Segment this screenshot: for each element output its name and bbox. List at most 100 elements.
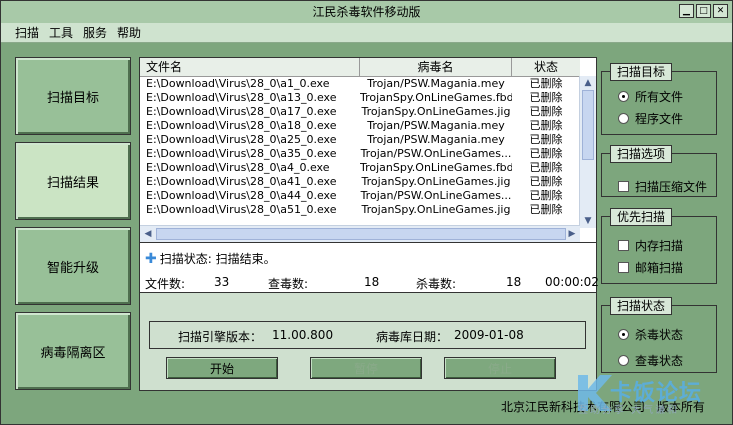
files-value: 33 — [214, 275, 230, 289]
scan-target-group: 扫描目标 所有文件 程序文件 — [601, 63, 717, 135]
cell-status: 已删除 — [529, 105, 563, 118]
pause-button[interactable]: 暂停 — [310, 357, 422, 379]
menu-service[interactable]: 服务 — [83, 24, 107, 41]
radio-checked-icon[interactable] — [618, 329, 629, 340]
option-mailbox-scan[interactable]: 邮箱扫描 — [618, 259, 683, 276]
cell-virusname: TrojanSpy.OnLineGames.fbd — [360, 91, 512, 104]
db-date-value: 2009-01-08 — [454, 328, 524, 342]
engine-version-label: 扫描引擎版本： — [178, 330, 263, 344]
start-button[interactable]: 开始 — [166, 357, 278, 379]
table-row[interactable]: E:\Download\Virus\28_0\a25_0.exe Trojan/P… — [140, 133, 580, 147]
option-kill-mode[interactable]: 杀毒状态 — [618, 326, 683, 343]
app-window: 江民杀毒软件移动版 ▁ □ ✕ 扫描 工具 服务 帮助 扫描目标 扫描结果 智能… — [0, 0, 733, 425]
engine-version-value: 11.00.800 — [272, 328, 334, 342]
nav-quarantine[interactable]: 病毒隔离区 — [15, 312, 131, 390]
nav-scan-results[interactable]: 扫描结果 — [15, 142, 131, 220]
cell-status: 已删除 — [529, 175, 563, 188]
header-filename[interactable]: 文件名 — [140, 58, 360, 76]
cell-filename: E:\Download\Virus\28_0\a17_0.exe — [146, 105, 337, 118]
found-value: 18 — [364, 275, 380, 289]
scroll-down-icon[interactable]: ▼ — [581, 214, 595, 228]
window-controls: ▁ □ ✕ — [679, 4, 728, 18]
status-panel: ✚ 扫描状态: 扫描结束。 文件数: 33 查毒数: 18 杀毒数: 18 00… — [139, 243, 599, 293]
scan-options-group: 扫描选项 扫描压缩文件 — [601, 145, 717, 197]
header-status[interactable]: 状态 — [512, 58, 580, 76]
option-scan-archives-label: 扫描压缩文件 — [635, 180, 708, 194]
maximize-button[interactable]: □ — [696, 4, 711, 18]
horizontal-scrollbar[interactable]: ◀ ▶ — [140, 225, 580, 242]
cell-virusname: TrojanSpy.OnLineGames.jig — [361, 203, 511, 216]
cell-filename: E:\Download\Virus\28_0\a1_0.exe — [146, 77, 330, 90]
table-row[interactable]: E:\Download\Virus\28_0\a51_0.exe TrojanSp… — [140, 203, 580, 217]
cell-status: 已删除 — [529, 189, 563, 202]
cell-virusname: TrojanSpy.OnLineGames.jig — [361, 105, 511, 118]
info-panel: 扫描引擎版本： 11.00.800 病毒库日期： 2009-01-08 开始 暂… — [139, 293, 597, 391]
table-row[interactable]: E:\Download\Virus\28_0\a13_0.exe TrojanSp… — [140, 91, 580, 105]
cell-status: 已删除 — [529, 91, 563, 104]
menu-help[interactable]: 帮助 — [117, 24, 141, 41]
stop-button[interactable]: 停止 — [444, 357, 556, 379]
table-row[interactable]: E:\Download\Virus\28_0\a1_0.exe Trojan/PS… — [140, 77, 580, 91]
cell-status: 已删除 — [529, 77, 563, 90]
cell-virusname: TrojanSpy.OnLineGames.jig — [361, 175, 511, 188]
checkbox-icon[interactable] — [618, 240, 629, 251]
killed-label: 杀毒数: — [416, 277, 457, 291]
priority-scan-title: 优先扫描 — [610, 208, 673, 226]
vertical-scroll-thumb[interactable] — [582, 90, 594, 160]
option-memory-scan-label: 内存扫描 — [635, 239, 684, 253]
checkbox-icon[interactable] — [618, 262, 629, 273]
scroll-left-icon[interactable]: ◀ — [141, 227, 155, 241]
scroll-right-icon[interactable]: ▶ — [565, 227, 579, 241]
scan-status-text: 扫描状态: 扫描结束。 — [159, 252, 276, 266]
db-date-label: 病毒库日期： — [376, 330, 449, 344]
cell-filename: E:\Download\Virus\28_0\a51_0.exe — [146, 203, 337, 216]
checkbox-icon[interactable] — [618, 181, 629, 192]
scan-target-title: 扫描目标 — [610, 63, 673, 81]
menu-scan[interactable]: 扫描 — [15, 24, 39, 41]
option-scan-mode[interactable]: 查毒状态 — [618, 352, 683, 369]
found-label: 查毒数: — [268, 277, 309, 291]
priority-scan-group: 优先扫描 内存扫描 邮箱扫描 — [601, 208, 717, 284]
radio-checked-icon[interactable] — [618, 91, 629, 102]
cell-filename: E:\Download\Virus\28_0\a18_0.exe — [146, 119, 337, 132]
menu-bar: 扫描 工具 服务 帮助 — [1, 23, 732, 43]
plus-icon: ✚ — [145, 250, 157, 267]
cell-status: 已删除 — [529, 119, 563, 132]
table-row[interactable]: E:\Download\Virus\28_0\a4_0.exe TrojanSpy… — [140, 161, 580, 175]
cell-status: 已删除 — [529, 147, 563, 160]
cell-virusname: Trojan/PSW.Magania.mey — [367, 119, 505, 132]
option-kill-mode-label: 杀毒状态 — [635, 328, 684, 342]
option-program-files-label: 程序文件 — [635, 112, 684, 126]
scroll-up-icon[interactable]: ▲ — [581, 76, 595, 90]
close-button[interactable]: ✕ — [713, 4, 728, 18]
cell-filename: E:\Download\Virus\28_0\a4_0.exe — [146, 161, 330, 174]
option-scan-archives[interactable]: 扫描压缩文件 — [618, 178, 707, 195]
vertical-scrollbar[interactable]: ▲ ▼ — [579, 76, 596, 228]
cell-filename: E:\Download\Virus\28_0\a25_0.exe — [146, 133, 337, 146]
scan-state-title: 扫描状态 — [610, 297, 673, 315]
menu-tools[interactable]: 工具 — [49, 24, 73, 41]
radio-unchecked-icon[interactable] — [618, 113, 629, 124]
header-virusname[interactable]: 病毒名 — [360, 58, 512, 76]
radio-unchecked-icon[interactable] — [618, 355, 629, 366]
option-program-files[interactable]: 程序文件 — [618, 110, 683, 127]
nav-smart-update[interactable]: 智能升级 — [15, 227, 131, 305]
option-all-files[interactable]: 所有文件 — [618, 88, 683, 105]
minimize-button[interactable]: ▁ — [679, 4, 694, 18]
table-row[interactable]: E:\Download\Virus\28_0\a41_0.exe TrojanSp… — [140, 175, 580, 189]
scan-state-group: 扫描状态 杀毒状态 查毒状态 — [601, 297, 717, 373]
table-row[interactable]: E:\Download\Virus\28_0\a17_0.exe TrojanSp… — [140, 105, 580, 119]
option-memory-scan[interactable]: 内存扫描 — [618, 237, 683, 254]
table-row[interactable]: E:\Download\Virus\28_0\a35_0.exe Trojan/P… — [140, 147, 580, 161]
table-row[interactable]: E:\Download\Virus\28_0\a18_0.exe Trojan/P… — [140, 119, 580, 133]
cell-filename: E:\Download\Virus\28_0\a35_0.exe — [146, 147, 337, 160]
watermark-slogan: 互助分享 大气谦和 — [578, 405, 680, 416]
cell-status: 已删除 — [529, 203, 563, 216]
cell-virusname: TrojanSpy.OnLineGames.fbd — [360, 161, 512, 174]
horizontal-scroll-thumb[interactable] — [156, 228, 566, 240]
cell-status: 已删除 — [529, 161, 563, 174]
scan-options-title: 扫描选项 — [610, 145, 673, 163]
nav-scan-target[interactable]: 扫描目标 — [15, 57, 131, 135]
window-title: 江民杀毒软件移动版 — [312, 5, 421, 19]
table-row[interactable]: E:\Download\Virus\28_0\a44_0.exe Trojan/P… — [140, 189, 580, 203]
